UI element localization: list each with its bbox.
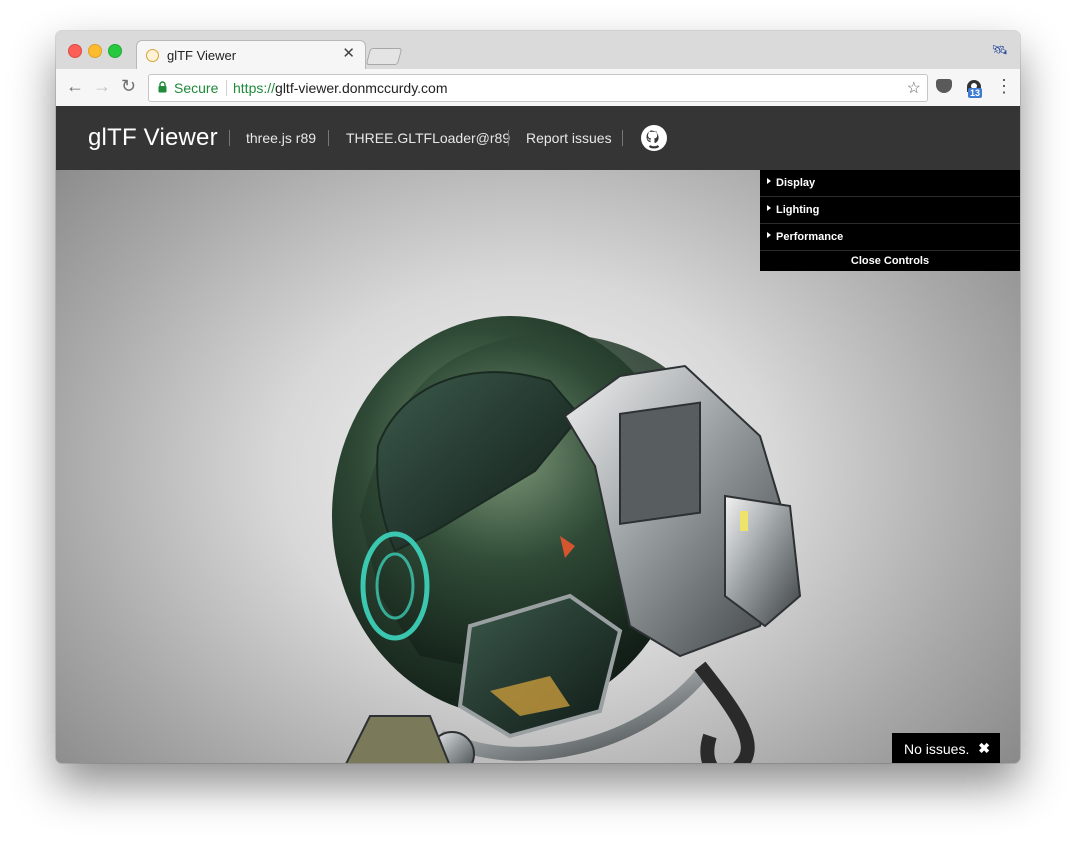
extension-badge: 13 <box>968 88 983 98</box>
url-scheme: https:// <box>233 80 276 96</box>
folder-label: Performance <box>776 231 844 243</box>
url-text: https://gltf-viewer.donmccurdy.com <box>233 80 448 96</box>
browser-window: glTF Viewer ✕ 🛰 ← → ↻ Secure https://glt… <box>56 31 1020 763</box>
pocket-icon[interactable] <box>936 79 952 93</box>
caret-right-icon <box>767 232 771 238</box>
browser-toolbar: ← → ↻ Secure https://gltf-viewer.donmccu… <box>56 69 1020 107</box>
favicon-icon <box>146 49 159 62</box>
header-separator <box>229 130 230 146</box>
header-separator <box>508 130 509 146</box>
browser-menu-icon[interactable]: ⋮ <box>995 75 1013 97</box>
new-tab-button[interactable] <box>365 48 403 65</box>
forward-arrow-icon[interactable]: → <box>93 75 111 97</box>
page-content: glTF Viewer three.js r89 THREE.GLTFLoade… <box>56 106 1020 763</box>
secure-label: Secure <box>174 80 219 96</box>
folder-performance[interactable]: Performance <box>760 224 1020 251</box>
reload-icon[interactable]: ↻ <box>121 75 136 97</box>
caret-right-icon <box>767 178 771 184</box>
lock-icon <box>158 81 167 93</box>
tab-strip: glTF Viewer ✕ 🛰 <box>56 31 1020 70</box>
folder-label: Lighting <box>776 204 820 216</box>
toast-message: No issues. <box>904 741 970 757</box>
tab-title: glTF Viewer <box>167 48 237 63</box>
folder-lighting[interactable]: Lighting <box>760 197 1020 224</box>
folder-label: Display <box>776 177 816 189</box>
gltfloader-version-link[interactable]: THREE.GLTFLoader@r89 <box>346 130 510 146</box>
address-separator <box>226 80 227 96</box>
close-controls-button[interactable]: Close Controls <box>760 251 1020 271</box>
github-icon[interactable] <box>640 124 668 152</box>
folder-display[interactable]: Display <box>760 170 1020 197</box>
address-bar[interactable]: Secure https://gltf-viewer.donmccurdy.co… <box>148 74 928 102</box>
satellite-icon[interactable]: 🛰 <box>991 42 1008 58</box>
validation-toast: No issues. ✖ <box>892 733 1000 763</box>
back-arrow-icon[interactable]: ← <box>66 75 84 97</box>
report-issues-link[interactable]: Report issues <box>526 130 612 146</box>
helmet-model[interactable] <box>320 296 820 763</box>
controls-panel: Display Lighting Performance Close Contr… <box>760 170 1020 271</box>
window-maximize-button[interactable] <box>108 44 122 58</box>
toast-close-icon[interactable]: ✖ <box>978 740 990 757</box>
header-separator <box>328 130 329 146</box>
bookmark-star-icon[interactable]: ☆ <box>907 78 921 98</box>
threejs-version-link[interactable]: three.js r89 <box>246 130 316 146</box>
header-separator <box>622 130 623 146</box>
window-minimize-button[interactable] <box>88 44 102 58</box>
site-header: glTF Viewer three.js r89 THREE.GLTFLoade… <box>56 106 1020 170</box>
window-close-button[interactable] <box>68 44 82 58</box>
tab-close-icon[interactable]: ✕ <box>342 45 355 63</box>
caret-right-icon <box>767 205 771 211</box>
site-title: glTF Viewer <box>88 124 218 151</box>
url-host: gltf-viewer.donmccurdy.com <box>275 80 448 96</box>
browser-tab[interactable]: glTF Viewer ✕ <box>136 40 366 70</box>
